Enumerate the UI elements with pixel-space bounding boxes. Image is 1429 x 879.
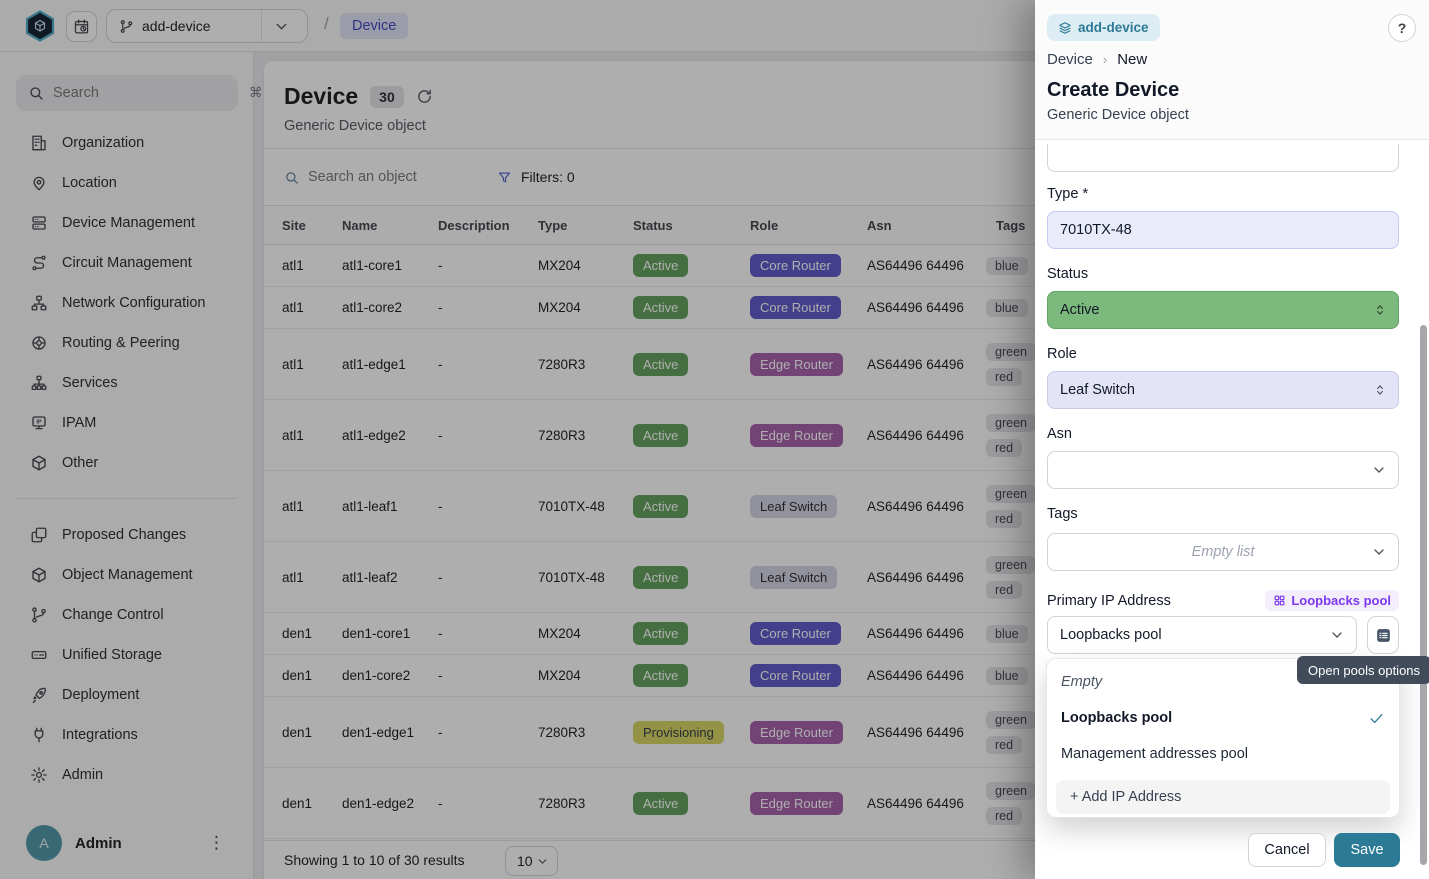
tags-label: Tags <box>1047 506 1399 522</box>
branch-badge-label: add-device <box>1078 20 1149 35</box>
breadcrumb-parent[interactable]: Device <box>1047 51 1093 68</box>
type-label: Type * <box>1047 186 1399 202</box>
role-value: Leaf Switch <box>1060 382 1135 398</box>
role-label: Role <box>1047 346 1399 362</box>
dropdown-item-management-addresses-pool[interactable]: Management addresses pool <box>1047 736 1399 772</box>
breadcrumb-current: New <box>1117 51 1147 68</box>
chevron-down-icon <box>1371 544 1387 560</box>
cancel-button[interactable]: Cancel <box>1248 833 1326 867</box>
add-ip-address-button[interactable]: + Add IP Address <box>1056 780 1390 814</box>
layers-icon <box>1058 21 1072 35</box>
status-value: Active <box>1060 302 1100 318</box>
grid-icon <box>1273 594 1286 607</box>
primary-ip-select[interactable]: Loopbacks pool <box>1047 616 1357 654</box>
tags-placeholder: Empty list <box>1060 544 1386 560</box>
help-button[interactable]: ? <box>1388 14 1416 42</box>
tags-select[interactable]: Empty list <box>1047 533 1399 571</box>
branch-badge: add-device <box>1047 14 1160 41</box>
tooltip: Open pools options <box>1297 656 1429 684</box>
primary-ip-value: Loopbacks pool <box>1060 627 1162 643</box>
status-label: Status <box>1047 266 1399 282</box>
role-select[interactable]: Leaf Switch <box>1047 371 1399 409</box>
pool-badge[interactable]: Loopbacks pool <box>1265 590 1399 611</box>
app: add-device / Device ⌘K OrganizationLocat… <box>0 0 1429 879</box>
asn-label: Asn <box>1047 426 1399 442</box>
chevron-down-icon <box>1329 627 1345 643</box>
asn-select[interactable] <box>1047 451 1399 489</box>
drawer-title: Create Device <box>1047 79 1179 102</box>
create-device-drawer: add-device ? Device › New Create Device … <box>1035 0 1429 879</box>
chevron-right-icon: › <box>1103 52 1107 67</box>
chevron-updown-icon <box>1373 383 1387 397</box>
save-button[interactable]: Save <box>1334 833 1400 867</box>
pool-badge-label: Loopbacks pool <box>1291 593 1391 608</box>
drawer-breadcrumb: Device › New <box>1047 51 1147 68</box>
dropdown-item-label: Loopbacks pool <box>1061 710 1368 726</box>
chevron-updown-icon <box>1373 303 1387 317</box>
drawer-footer: Cancel Save <box>1035 827 1429 879</box>
primary-ip-label: Primary IP Address <box>1047 593 1171 609</box>
dropdown-item-loopbacks-pool[interactable]: Loopbacks pool <box>1047 700 1399 736</box>
drawer-scrollbar[interactable] <box>1420 325 1427 865</box>
dropdown-item-label: Management addresses pool <box>1061 746 1385 762</box>
table-list-icon <box>1374 626 1393 645</box>
status-select[interactable]: Active <box>1047 291 1399 329</box>
type-value: 7010TX-48 <box>1060 222 1132 238</box>
drawer-header: add-device ? Device › New Create Device … <box>1035 0 1429 140</box>
type-input[interactable]: 7010TX-48 <box>1047 211 1399 249</box>
create-device-form: Type * 7010TX-48 Status Active Role Leaf… <box>1047 140 1399 654</box>
check-icon <box>1368 710 1385 727</box>
clipped-field[interactable] <box>1047 144 1399 172</box>
chevron-down-icon <box>1371 462 1387 478</box>
drawer-subtitle: Generic Device object <box>1047 107 1189 123</box>
open-pools-options-button[interactable] <box>1367 616 1399 654</box>
